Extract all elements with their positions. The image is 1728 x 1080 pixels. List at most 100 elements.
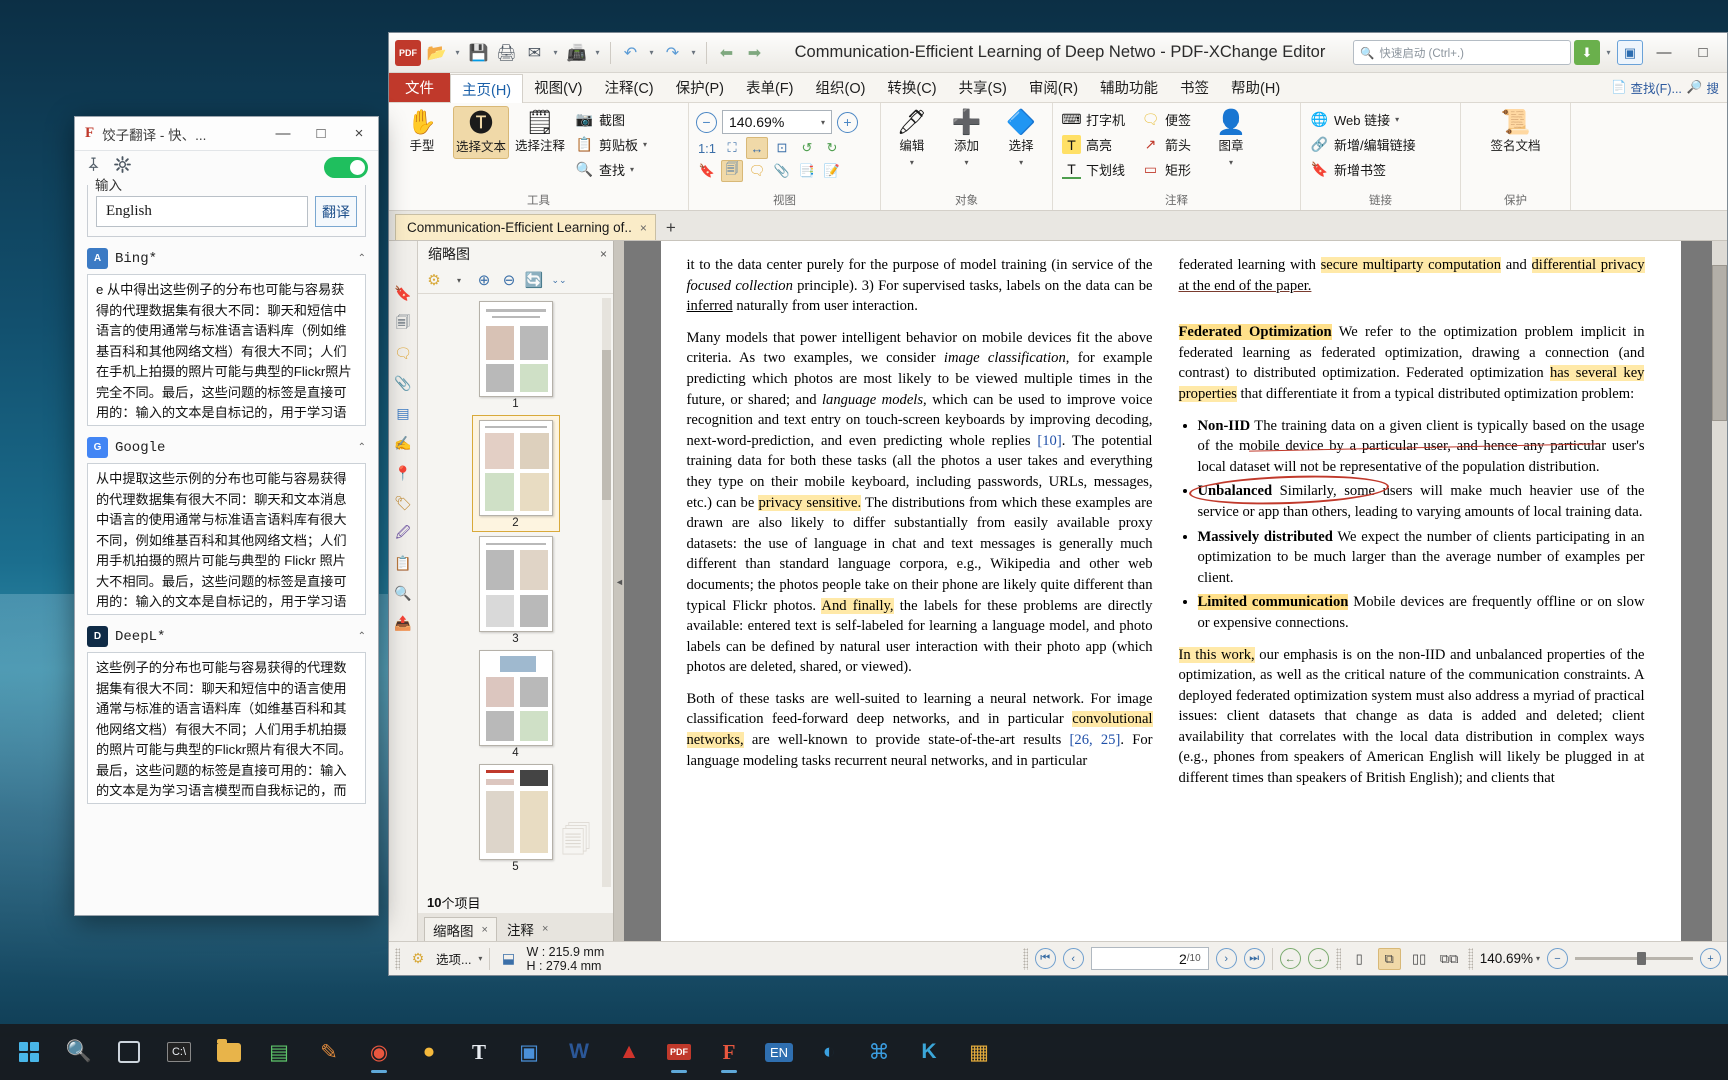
scan-icon[interactable]: 📠 (564, 40, 589, 66)
menu-bookmarks[interactable]: 书签 (1169, 73, 1220, 102)
zoom-slider[interactable] (1575, 952, 1693, 965)
open-icon[interactable]: 📂 (424, 40, 449, 66)
document-tab[interactable]: Communication-Efficient Learning of.. × (395, 214, 656, 240)
tab-comments[interactable]: 注释 × (499, 917, 556, 941)
zoom-in-icon[interactable]: ⊕ (473, 269, 495, 291)
minimize-button[interactable]: — (1646, 38, 1682, 68)
more-icon[interactable]: ⌄⌄ (548, 269, 570, 291)
translator-close-button[interactable]: × (344, 119, 374, 149)
zoom-out-button[interactable]: − (696, 111, 717, 133)
edit-link-button[interactable]: 🔗 新增/编辑链接 (1306, 133, 1420, 156)
stamp-button[interactable]: 👤 图章 ▾ (1205, 106, 1257, 174)
menu-organize[interactable]: 组织(O) (804, 73, 876, 102)
close-icon[interactable]: × (542, 923, 548, 935)
menu-accessibility[interactable]: 辅助功能 (1089, 73, 1169, 102)
web-link-button[interactable]: 🌐 Web 链接 ▾ (1306, 108, 1420, 131)
settings-icon[interactable]: ⚙ (423, 269, 445, 291)
undo-caret-icon[interactable]: ▾ (646, 40, 657, 66)
email-icon[interactable]: ✉ (522, 40, 547, 66)
rectangle-button[interactable]: ▭ 矩形 (1137, 158, 1195, 181)
search-button[interactable]: 🔍 (56, 1029, 102, 1075)
menu-view[interactable]: 视图(V) (523, 73, 593, 102)
chrome-app[interactable]: ◉ (356, 1029, 402, 1075)
select-caret-icon[interactable]: ▾ (1019, 156, 1023, 170)
tool-select-annotation-button[interactable]: 🗒 选择注释 (512, 106, 568, 157)
thumbnails-list[interactable]: 1 2 3 4 5 🗐 (418, 294, 613, 891)
destination-rail-icon[interactable]: 📍 (393, 463, 414, 484)
rotate-right-icon[interactable]: ↻ (821, 137, 843, 159)
comment-rail-icon[interactable]: 🗨 (393, 343, 414, 364)
export-rail-icon[interactable]: 📤 (393, 613, 414, 634)
fit-visible-icon[interactable]: ⊡ (771, 137, 793, 159)
word-app[interactable]: W (556, 1029, 602, 1075)
scan-caret-icon[interactable]: ▾ (592, 40, 603, 66)
thumbnail-page[interactable]: 3 (478, 536, 553, 645)
forward-icon[interactable]: ➡ (742, 40, 767, 66)
collapse-google-icon[interactable]: ⌃ (358, 442, 366, 453)
task-view-button[interactable] (106, 1029, 152, 1075)
add-bookmark-button[interactable]: 🔖 新增书签 (1306, 158, 1420, 181)
thumbnail-pane-icon[interactable]: 🗐 (721, 160, 743, 182)
menu-file[interactable]: 文件 (389, 73, 450, 102)
redo-caret-icon[interactable]: ▾ (688, 40, 699, 66)
layout-icon[interactable]: ▣ (1617, 40, 1643, 65)
maximize-button[interactable]: □ (1685, 38, 1721, 68)
object-edit-button[interactable]: 🖊 编辑 ▾ (886, 106, 938, 174)
translator-enable-toggle[interactable] (324, 156, 368, 178)
redo-icon[interactable]: ↷ (660, 40, 685, 66)
fit-width-icon[interactable]: ↔ (746, 137, 768, 159)
ime-indicator[interactable]: EN (756, 1029, 802, 1075)
status-zoom-in-button[interactable]: + (1700, 948, 1721, 969)
tab-thumbnails[interactable]: 缩略图 × (424, 917, 497, 941)
rotate-icon[interactable]: 🔄 (523, 269, 545, 291)
terminal-app[interactable]: C:\ (156, 1029, 202, 1075)
single-page-icon[interactable]: ▯ (1348, 948, 1371, 970)
scrollbar-thumb[interactable] (1712, 265, 1727, 421)
quick-search-input[interactable]: 🔍 快速启动 (Ctrl+.) (1353, 40, 1571, 65)
attachment-rail-icon[interactable]: 📎 (393, 373, 414, 394)
undo-icon[interactable]: ↶ (618, 40, 643, 66)
thumbnail-page[interactable]: 4 (478, 650, 553, 759)
acrobat-app[interactable]: ▲ (606, 1029, 652, 1075)
attachments-pane-icon[interactable]: 📎 (771, 160, 793, 182)
pane-resize-grip[interactable]: ◄ (614, 241, 624, 941)
find-ribbon-button[interactable]: 🔍 查找 ▾ (571, 158, 651, 181)
save-icon[interactable]: 💾 (466, 40, 491, 66)
next-page-button[interactable]: › (1215, 948, 1237, 969)
search-rail-icon[interactable]: 🔍 (393, 583, 414, 604)
menu-comment[interactable]: 注释(C) (593, 73, 664, 102)
first-page-button[interactable]: ⏮ (1034, 948, 1056, 969)
pdfxchange-app[interactable]: PDF (656, 1029, 702, 1075)
browser-app[interactable]: ● (406, 1029, 452, 1075)
page-number-input[interactable]: 2/10 (1090, 947, 1209, 970)
signature-rail-icon[interactable]: ✍ (393, 433, 414, 454)
edge-app[interactable]: ◐ (806, 1029, 852, 1075)
menu-help[interactable]: 帮助(H) (1220, 73, 1291, 102)
menu-form[interactable]: 表单(F) (735, 73, 805, 102)
thumbnail-page-current[interactable]: 2 (471, 415, 560, 532)
update-caret-icon[interactable]: ▾ (1603, 40, 1614, 66)
email-caret-icon[interactable]: ▾ (550, 40, 561, 66)
underline-button[interactable]: T 下划线 (1058, 158, 1129, 181)
source-language-input[interactable]: English (96, 196, 308, 227)
fit-page-icon[interactable]: ⛶ (721, 137, 743, 159)
translate-button[interactable]: 翻译 (315, 196, 357, 227)
page-vertical-scrollbar[interactable] (1712, 241, 1727, 941)
arrow-button[interactable]: ↗ 箭头 (1137, 133, 1195, 156)
options-gear-icon[interactable]: ⚙ (407, 948, 429, 970)
add-caret-icon[interactable]: ▾ (965, 156, 969, 170)
zoom-level-select[interactable]: 140.69% ▾ (722, 110, 832, 134)
menu-protect[interactable]: 保护(P) (665, 73, 735, 102)
sign-document-button[interactable]: 📜 签名文档 (1474, 106, 1558, 157)
menu-review[interactable]: 审阅(R) (1018, 73, 1089, 102)
app-orange[interactable]: ✎ (306, 1029, 352, 1075)
highlight-button[interactable]: T 高亮 (1058, 133, 1129, 156)
search-button[interactable]: 🔎 搜 (1687, 78, 1719, 97)
bookmark-rail-icon[interactable]: 🔖 (393, 283, 414, 304)
snapshot-button[interactable]: 📷 截图 (571, 108, 651, 131)
translator-app[interactable]: F (706, 1029, 752, 1075)
properties-icon[interactable]: 📝 (821, 160, 843, 182)
find-button[interactable]: 📄 查找(F)... (1611, 78, 1682, 97)
back-icon[interactable]: ⬅ (714, 40, 739, 66)
collapse-bing-icon[interactable]: ⌃ (358, 253, 366, 264)
